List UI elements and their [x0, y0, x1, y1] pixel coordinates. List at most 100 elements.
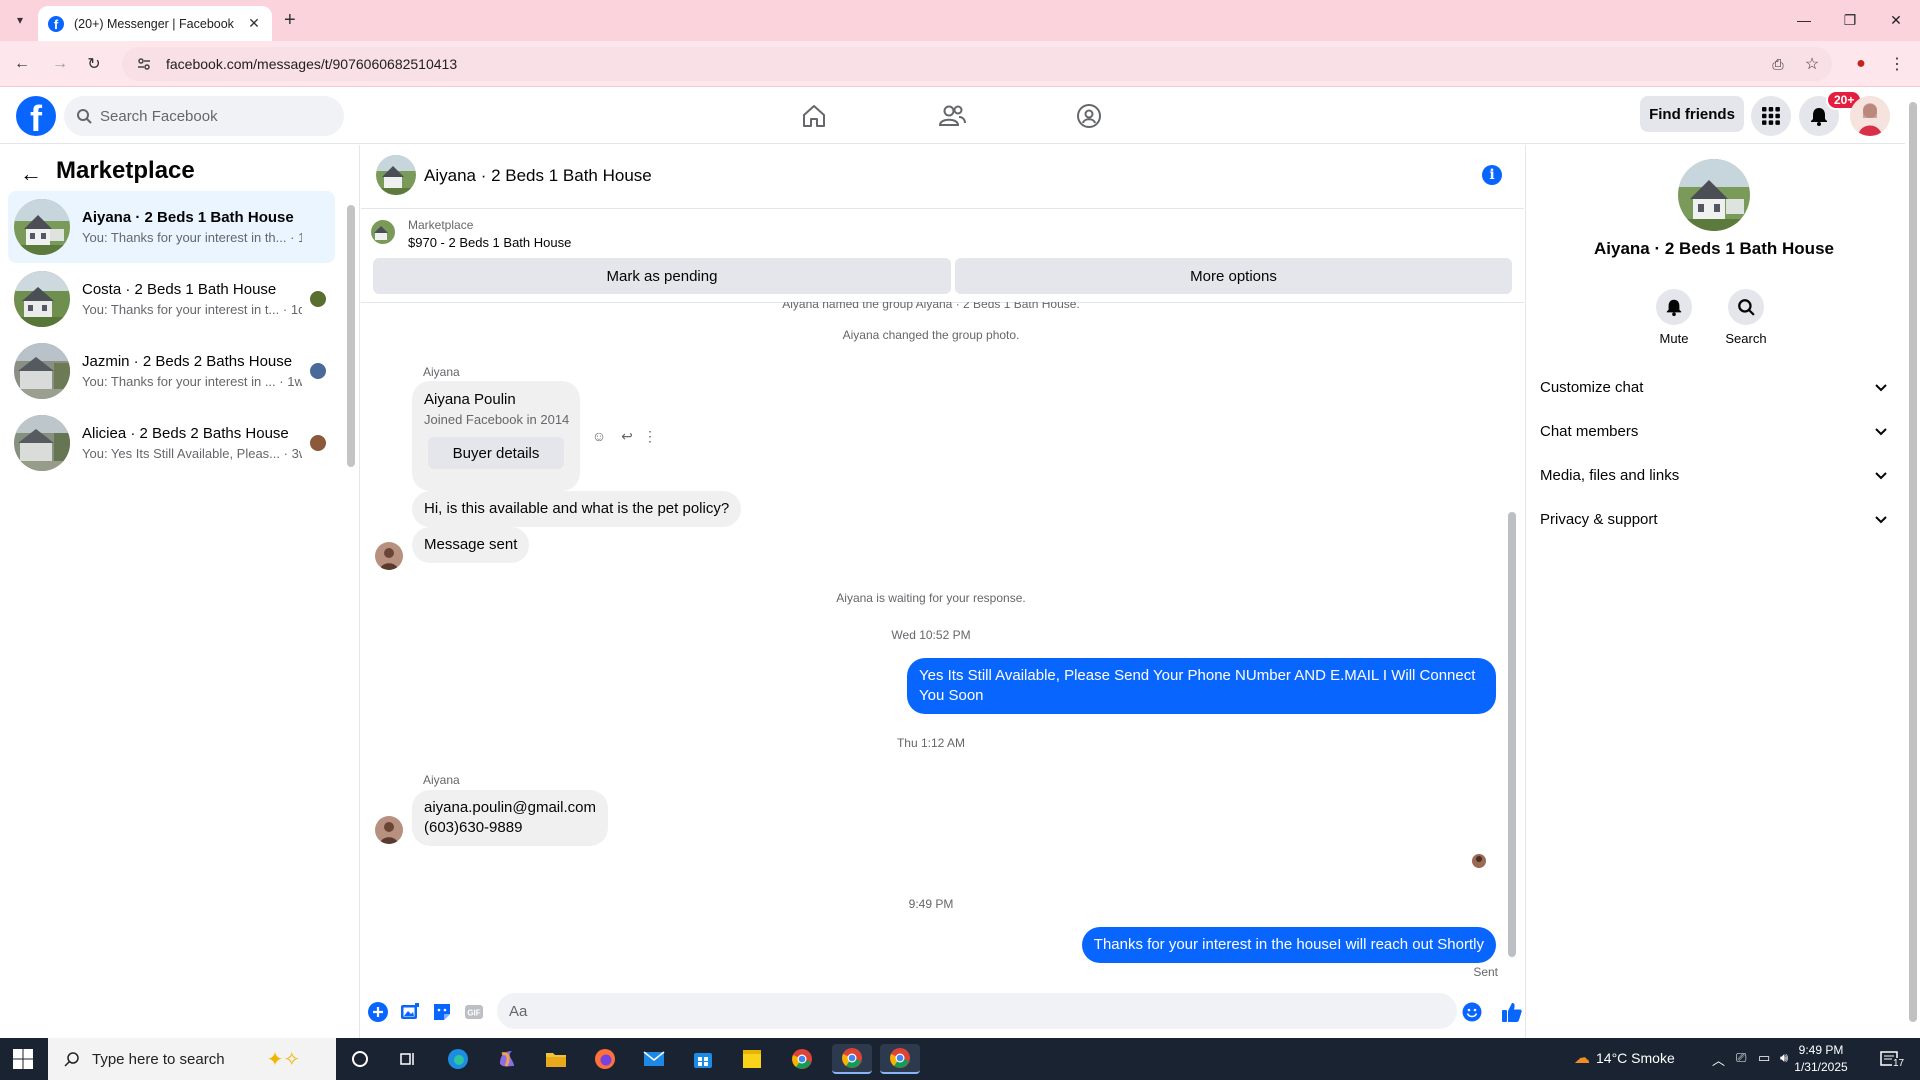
conversation-name: Costa · 2 Beds 1 Bath House: [82, 281, 277, 298]
chrome-icon[interactable]: [782, 1044, 822, 1074]
incoming-message[interactable]: Message sent: [412, 527, 530, 563]
media-files-links-section[interactable]: Media, files and links: [1540, 455, 1890, 495]
weather-widget[interactable]: ☁ 14°C Smoke: [1574, 1048, 1675, 1068]
store-icon[interactable]: [683, 1044, 723, 1074]
menu-grid-icon[interactable]: [1751, 96, 1791, 136]
more-actions-icon[interactable]: ⋮: [641, 427, 659, 445]
tab-close-icon[interactable]: ✕: [246, 15, 262, 32]
mail-icon[interactable]: [634, 1044, 674, 1074]
conversation-item[interactable]: Jazmin · 2 Beds 2 Baths House You: Thank…: [8, 335, 335, 407]
conversation-item[interactable]: Aliciea · 2 Beds 2 Baths House You: Yes …: [8, 407, 335, 479]
sparkle-icon: ✦✧: [266, 1048, 301, 1071]
outgoing-message[interactable]: Yes Its Still Available, Please Send You…: [907, 658, 1496, 714]
user-avatar[interactable]: [1850, 96, 1890, 136]
browser-tab-messenger[interactable]: f (20+) Messenger | Facebook ✕: [38, 6, 272, 41]
clock[interactable]: 9:49 PM 1/31/2025: [1786, 1042, 1856, 1076]
conversation-item[interactable]: Costa · 2 Beds 1 Bath House You: Thanks …: [8, 263, 335, 335]
home-icon[interactable]: [794, 98, 834, 134]
seen-avatar: [310, 435, 326, 451]
section-label: Media, files and links: [1540, 466, 1680, 484]
facebook-logo-icon[interactable]: f: [16, 96, 56, 136]
meet-now-icon[interactable]: ⎚: [1736, 1050, 1746, 1066]
photo-icon[interactable]: [399, 1001, 421, 1023]
restore-icon[interactable]: ❐: [1840, 10, 1860, 30]
taskbar-search-box[interactable]: Type here to search ✦✧: [48, 1038, 336, 1080]
task-view-icon[interactable]: [388, 1044, 428, 1074]
sender-avatar[interactable]: [375, 816, 403, 844]
reload-icon[interactable]: ↻: [83, 53, 105, 75]
add-plus-icon[interactable]: [367, 1001, 389, 1023]
file-explorer-icon[interactable]: [536, 1044, 576, 1074]
chat-members-section[interactable]: Chat members: [1540, 411, 1890, 451]
notification-center-icon[interactable]: 17: [1880, 1048, 1906, 1069]
chrome-profile-icon[interactable]: [832, 1044, 872, 1074]
find-friends-button[interactable]: Find friends: [1640, 96, 1744, 132]
chevron-down-icon: [1875, 428, 1887, 436]
sticker-icon[interactable]: [431, 1001, 453, 1023]
back-arrow-icon[interactable]: ←: [11, 53, 33, 75]
network-icon[interactable]: ▭: [1758, 1050, 1770, 1066]
windows-start-icon[interactable]: [12, 1048, 34, 1070]
mark-as-pending-button[interactable]: Mark as pending: [373, 258, 951, 294]
svg-text:GIF: GIF: [467, 1009, 480, 1018]
minimize-icon[interactable]: —: [1794, 10, 1814, 30]
chat-scrollbar[interactable]: [1507, 307, 1517, 975]
search-icon: [1728, 289, 1764, 325]
firefox-icon[interactable]: [585, 1044, 625, 1074]
chat-avatar[interactable]: [376, 155, 416, 195]
privacy-support-section[interactable]: Privacy & support: [1540, 499, 1890, 539]
copilot-icon[interactable]: [487, 1044, 527, 1074]
chat-title[interactable]: Aiyana · 2 Beds 1 Bath House: [424, 166, 652, 186]
edge-icon[interactable]: [438, 1044, 478, 1074]
gif-icon[interactable]: GIF: [463, 1001, 485, 1023]
window-close-icon[interactable]: ✕: [1886, 10, 1906, 30]
search-in-chat-button[interactable]: Search: [1716, 289, 1776, 346]
house-thumbnail: [14, 415, 70, 471]
sender-avatar[interactable]: [375, 542, 403, 570]
group-photo: [1678, 159, 1750, 231]
reply-icon[interactable]: ↩: [618, 427, 636, 445]
notification-count: 17: [1892, 1058, 1906, 1069]
conversation-list-panel: ← Marketplace Aiyana · 2 Beds 1 Bath Hou…: [0, 145, 360, 1038]
search-label: Search: [1725, 331, 1767, 346]
forward-arrow-icon[interactable]: →: [49, 53, 71, 75]
site-info-icon[interactable]: [136, 56, 152, 72]
chat-panel: Aiyana · 2 Beds 1 Bath House i Marketpla…: [361, 145, 1524, 1038]
react-emoji-icon[interactable]: ☺: [590, 427, 608, 445]
marketplace-label: Marketplace: [408, 218, 474, 232]
show-hidden-icons-chevron-icon[interactable]: ︿: [1712, 1050, 1725, 1069]
buyer-details-button[interactable]: Buyer details: [428, 437, 564, 469]
conversation-list-scrollbar[interactable]: [347, 193, 355, 473]
facebook-header: f Search Facebook Find friends 20+: [0, 88, 1905, 144]
page-scrollbar[interactable]: [1905, 88, 1920, 1038]
chrome-menu-icon[interactable]: ⋮: [1886, 53, 1908, 75]
conversation-name: Aiyana · 2 Beds 1 Bath House: [82, 209, 294, 226]
cortana-icon[interactable]: [340, 1044, 380, 1074]
thumbs-up-icon[interactable]: [1501, 1001, 1523, 1023]
message-input[interactable]: Aa: [497, 993, 1457, 1029]
facebook-search-input[interactable]: Search Facebook: [64, 96, 344, 136]
emoji-icon[interactable]: [1461, 1001, 1483, 1023]
friends-icon[interactable]: [932, 98, 972, 134]
mute-button[interactable]: Mute: [1644, 289, 1704, 346]
more-options-button[interactable]: More options: [955, 258, 1512, 294]
listing-price[interactable]: $970 - 2 Beds 1 Bath House: [408, 235, 571, 250]
bookmark-star-icon[interactable]: ☆: [1801, 53, 1823, 75]
back-arrow-icon[interactable]: ←: [20, 161, 42, 187]
new-tab-plus-icon[interactable]: +: [284, 10, 296, 30]
facebook-favicon-icon: f: [48, 15, 64, 32]
outgoing-message[interactable]: Thanks for your interest in the houseI w…: [1081, 927, 1496, 963]
incoming-message[interactable]: Hi, is this available and what is the pe…: [412, 491, 742, 527]
chat-header: Aiyana · 2 Beds 1 Bath House i: [361, 145, 1524, 209]
install-app-icon[interactable]: ⎙: [1767, 53, 1789, 75]
info-icon[interactable]: i: [1482, 165, 1502, 185]
sticky-notes-icon[interactable]: [732, 1044, 772, 1074]
address-bar[interactable]: facebook.com/messages/t/9076060682510413: [122, 47, 1832, 81]
customize-chat-section[interactable]: Customize chat: [1540, 367, 1890, 407]
incoming-message[interactable]: aiyana.poulin@gmail.com (603)630-9889: [412, 790, 608, 846]
groups-icon[interactable]: [1069, 98, 1109, 134]
conversation-item[interactable]: Aiyana · 2 Beds 1 Bath House You: Thanks…: [8, 191, 335, 263]
tab-list-chevron-icon[interactable]: ▾: [8, 8, 32, 32]
profile-icon[interactable]: ●: [1850, 53, 1872, 75]
chrome-facebook-window-icon[interactable]: [880, 1044, 920, 1074]
